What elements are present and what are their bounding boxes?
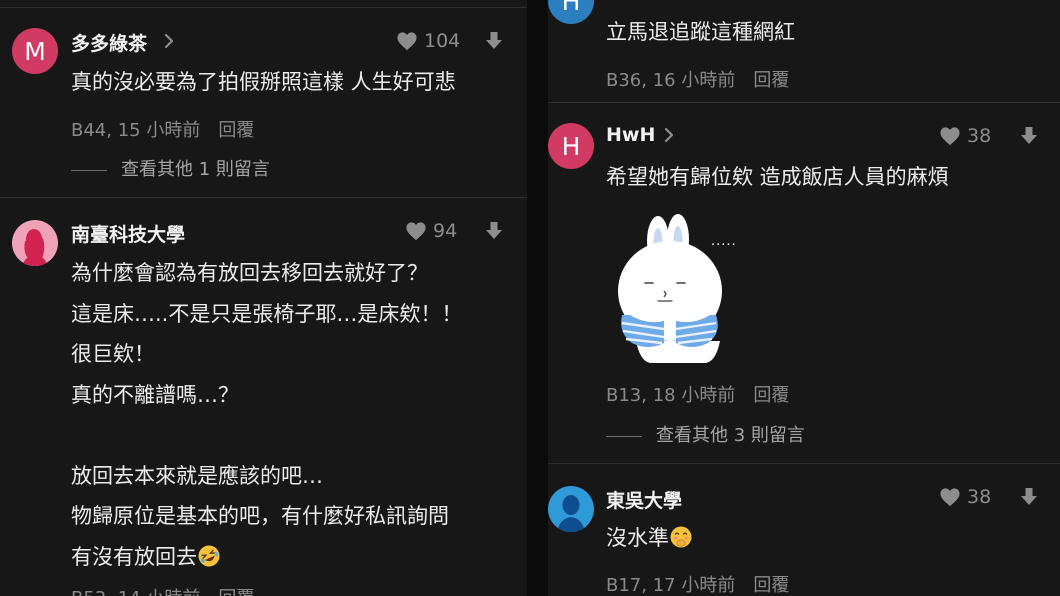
floor-and-time: B53, 14 小時前 (71, 588, 200, 596)
sticker-dots: ..... (711, 234, 737, 249)
comment-line-with-emoji: 沒水準 (606, 518, 693, 559)
comment-text: 真的沒必要為了拍假掰照這樣 人生好可悲 (71, 62, 456, 103)
view-more-replies[interactable]: 查看其他 3 則留言 (606, 421, 805, 447)
down-arrow-icon[interactable] (1020, 126, 1038, 145)
comment-text: 為什麼會認為有放回去移回去就好了？ 這是床…..不是只是張椅子耶…是床欸！！ 很… (71, 253, 462, 577)
person-silhouette-icon (22, 229, 48, 266)
view-more-replies[interactable]: 查看其他 1 則留言 (71, 155, 270, 181)
comment-meta: B36, 16 小時前 回覆 (606, 66, 789, 92)
down-arrow-icon[interactable] (485, 31, 503, 50)
comment-line: 立馬退追蹤這種網紅 (606, 20, 795, 44)
like-count: 38 (967, 125, 992, 147)
author-name[interactable]: 東吳大學 (606, 486, 682, 513)
comment-text: 沒水準 (606, 518, 693, 559)
comment-line: 為什麼會認為有放回去移回去就好了？ (71, 261, 428, 285)
reply-button[interactable]: 回覆 (218, 120, 254, 141)
avatar-letter: H (561, 131, 581, 161)
floor-and-time: B36, 16 小時前 (606, 70, 736, 91)
down-arrow-icon[interactable] (485, 221, 503, 240)
view-more-label: 查看其他 1 則留言 (121, 159, 270, 180)
comment-line: 很巨欸！ (71, 342, 155, 366)
right-comments-panel: H 立馬退追蹤這種網紅 B36, 16 小時前 回覆 H HwH 38 希望她有歸… (548, 0, 1060, 596)
rolling-on-floor-laughing-emoji (198, 545, 220, 566)
reply-button[interactable]: 回覆 (753, 70, 789, 91)
reply-button[interactable]: 回覆 (753, 385, 789, 406)
avatar[interactable]: H (548, 0, 594, 24)
avatar-letter: H (561, 0, 581, 16)
comment-item: H 立馬退追蹤這種網紅 B36, 16 小時前 回覆 (548, 0, 1060, 102)
author-name[interactable]: 多多綠茶 (71, 29, 147, 56)
floor-and-time: B44, 15 小時前 (71, 120, 201, 141)
comment-line: 希望她有歸位欸 造成飯店人員的麻煩 (606, 165, 949, 189)
chevron-right-icon[interactable] (160, 32, 178, 50)
comment-blank-line (71, 415, 462, 456)
comment-item: 南臺科技大學 94 為什麼會認為有放回去移回去就好了？ 這是床…..不是只是張椅… (0, 198, 527, 596)
heart-icon[interactable] (405, 221, 427, 241)
comment-text: 立馬退追蹤這種網紅 (606, 12, 795, 53)
comment-line: 真的沒必要為了拍假掰照這樣 人生好可悲 (71, 70, 456, 94)
rabbit-with-neck-pillow-sticker: ..... (618, 214, 737, 363)
reply-button[interactable]: 回覆 (218, 588, 254, 596)
like-count: 104 (424, 30, 461, 52)
comment-meta: B17, 17 小時前 回覆 (606, 571, 789, 596)
avatar[interactable]: M (12, 28, 58, 74)
view-more-label: 查看其他 3 則留言 (656, 425, 805, 446)
comment-line: 物歸原位是基本的吧，有什麼好私訊詢問 (71, 504, 449, 528)
avatar[interactable] (12, 220, 58, 266)
comment-meta: B44, 15 小時前 回覆 (71, 116, 254, 142)
floor-and-time: B13, 18 小時前 (606, 385, 736, 406)
shushing-face-emoji (670, 526, 692, 548)
author-name[interactable]: HwH (606, 124, 655, 146)
comment-line: 放回去本來就是應該的吧… (71, 463, 323, 488)
reply-button[interactable]: 回覆 (753, 575, 789, 596)
comment-text: 希望她有歸位欸 造成飯店人員的麻煩 (606, 157, 949, 198)
comment-line-with-emoji: 有沒有放回去 (71, 537, 462, 578)
heart-icon[interactable] (396, 31, 418, 51)
comment-line: 這是床…..不是只是張椅子耶…是床欸！！ (71, 301, 463, 326)
avatar[interactable]: H (548, 123, 594, 169)
comment-item: M 多多綠茶 104 真的沒必要為了拍假掰照這樣 人生好可悲 B44, 15 小… (0, 0, 527, 198)
avatar[interactable] (548, 486, 594, 532)
comment-line: 真的不離譜嗎…？ (71, 382, 239, 407)
avatar-letter: M (24, 36, 46, 66)
heart-icon[interactable] (939, 487, 961, 507)
comment-meta: B53, 14 小時前 回覆 (71, 584, 254, 596)
down-arrow-icon[interactable] (1020, 487, 1038, 506)
comment-item: 東吳大學 38 沒水準 B17, 17 小時前 回覆 (548, 464, 1060, 596)
heart-icon[interactable] (939, 126, 961, 146)
comment-item: H HwH 38 希望她有歸位欸 造成飯店人員的麻煩 ..... B13, 18… (548, 103, 1060, 463)
left-comments-panel: M 多多綠茶 104 真的沒必要為了拍假掰照這樣 人生好可悲 B44, 15 小… (0, 0, 527, 596)
dash-divider (606, 435, 642, 437)
comment-meta: B13, 18 小時前 回覆 (606, 381, 789, 407)
like-count: 38 (967, 486, 992, 508)
comment-line: 有沒有放回去 (71, 544, 197, 569)
author-name[interactable]: 南臺科技大學 (71, 220, 185, 247)
chevron-right-icon[interactable] (660, 126, 678, 144)
comment-line: 沒水準 (606, 526, 669, 550)
like-count: 94 (433, 220, 458, 242)
dash-divider (71, 169, 107, 171)
floor-and-time: B17, 17 小時前 (606, 575, 736, 596)
person-silhouette-icon (557, 495, 585, 532)
